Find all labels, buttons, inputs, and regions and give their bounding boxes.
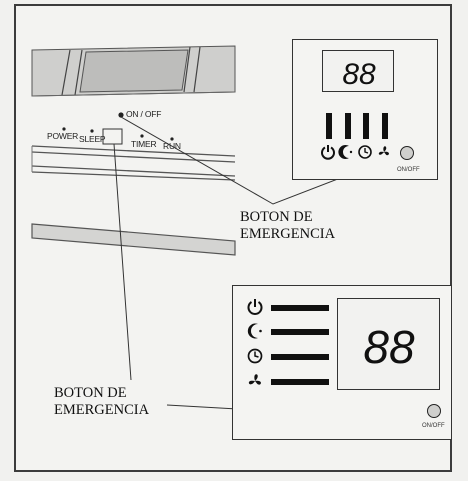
lcd-bottom: 88 (337, 298, 440, 390)
onoff-button-top[interactable] (399, 145, 415, 161)
onoff-button-bottom[interactable] (426, 403, 442, 419)
unit-body-edge (31, 145, 236, 181)
digits-bottom: 88 (363, 321, 415, 373)
fan-icon (378, 146, 389, 156)
callout-left-line2: EMERGENCIA (54, 402, 150, 418)
onoff-caption-bottom: ON/OFF (422, 423, 445, 429)
bar-sleep-top (345, 113, 351, 139)
display-panel-bottom: 88 ON/OFF (232, 285, 452, 440)
display-panel-top: 88 ON/OFF (292, 39, 438, 180)
callout-left: BOTON DE EMERGENCIA (54, 385, 149, 419)
moon-icon (338, 145, 353, 159)
digit-readout-bottom: 88 (363, 321, 415, 373)
emergency-button-box (102, 128, 123, 145)
callout-right: BOTON DE EMERGENCIA (240, 209, 335, 243)
onoff-caption-top: ON/OFF (397, 167, 420, 173)
louvre-window (79, 49, 189, 93)
timer-led (140, 134, 144, 138)
bar-fan-bottom (271, 379, 329, 385)
callout-right-line1: BOTON DE (240, 209, 313, 225)
label-sleep: SLEEP (79, 134, 106, 144)
sleep-led (90, 129, 94, 133)
label-run: RUN (163, 141, 181, 151)
unit-lower-bar (31, 223, 236, 256)
bar-power-bottom (271, 305, 329, 311)
bar-sleep-bottom (271, 329, 329, 335)
label-power: POWER (47, 131, 79, 141)
power-icon (321, 145, 335, 160)
bar-power-top (326, 113, 332, 139)
bar-fan-top (382, 113, 388, 139)
label-on-off: ON / OFF (126, 109, 162, 119)
label-timer: TIMER (131, 139, 157, 149)
page: POWER SLEEP TIMER RUN ON / OFF BOTON DE … (0, 0, 468, 481)
callout-right-line2: EMERGENCIA (240, 226, 336, 242)
bar-timer-top (363, 113, 369, 139)
unit-onoff-button[interactable] (118, 112, 124, 118)
callout-left-line1: BOTON DE (54, 385, 127, 401)
bar-timer-bottom (271, 354, 329, 360)
clock-icon (358, 145, 372, 159)
